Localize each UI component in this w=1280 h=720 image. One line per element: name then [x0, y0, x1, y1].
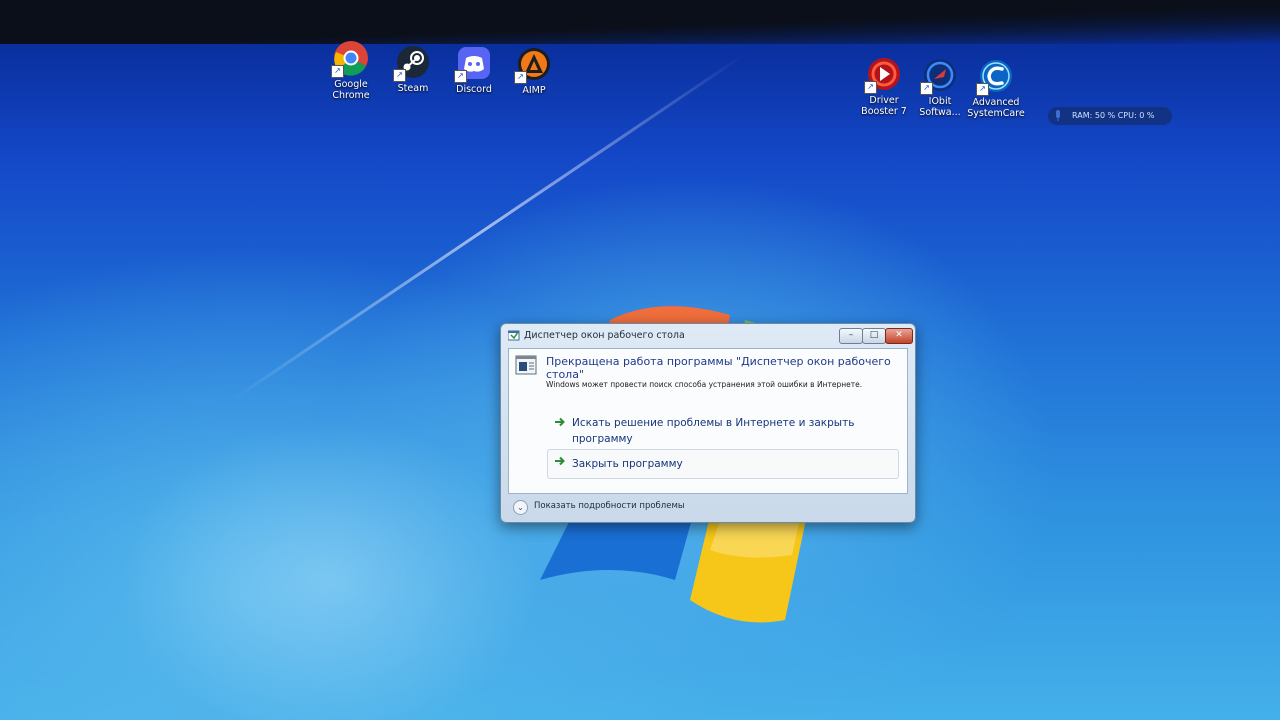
desktop: ↗ Google Chrome ↗ Steam ↗ Discord ↗ AIMP… [0, 0, 1280, 720]
screen-glare [120, 420, 540, 720]
steam-icon: ↗ [393, 44, 431, 82]
shortcut-arrow-icon: ↗ [393, 69, 406, 82]
advanced-systemcare-icon: ↗ [976, 58, 1014, 96]
desktop-icon-label: Discord [456, 84, 492, 95]
application-window-icon [515, 355, 537, 375]
iobit-icon: ↗ [920, 57, 958, 95]
driver-booster-icon: ↗ [864, 56, 902, 94]
microphone-icon [1056, 110, 1060, 121]
monitor-bezel [0, 0, 1280, 44]
desktop-icon-chrome[interactable]: ↗ Google Chrome [318, 40, 384, 101]
aimp-icon: ↗ [514, 46, 552, 84]
green-arrow-icon [555, 456, 565, 466]
desktop-icon-label: Google Chrome [332, 79, 370, 101]
shortcut-arrow-icon: ↗ [514, 71, 527, 84]
desktop-icon-advanced-systemcare[interactable]: ↗ Advanced SystemCare [963, 58, 1029, 119]
system-monitor-widget[interactable]: RAM: 50 % CPU: 0 % [1048, 107, 1172, 125]
desktop-icon-aimp[interactable]: ↗ AIMP [501, 46, 567, 96]
dwm-app-icon [508, 330, 520, 341]
desktop-icon-steam[interactable]: ↗ Steam [380, 44, 446, 94]
system-monitor-text: RAM: 50 % CPU: 0 % [1072, 111, 1155, 120]
desktop-icon-label: AIMP [522, 85, 546, 96]
dialog-content: Прекращена работа программы "Диспетчер о… [508, 348, 908, 494]
desktop-icon-label: Steam [397, 83, 429, 94]
show-details-link[interactable]: Показать подробности проблемы [534, 501, 685, 511]
shortcut-arrow-icon: ↗ [976, 83, 989, 96]
error-dialog: Диспетчер окон рабочего стола – □ ✕ Прек… [500, 323, 916, 523]
dialog-footer: ⌄ Показать подробности проблемы [501, 493, 915, 521]
close-program-option[interactable]: Закрыть программу [547, 449, 899, 479]
discord-icon: ↗ [454, 45, 492, 83]
shortcut-arrow-icon: ↗ [331, 65, 344, 78]
minimize-button[interactable]: – [839, 328, 863, 344]
chrome-icon: ↗ [331, 40, 369, 78]
close-program-label: Закрыть программу [572, 458, 683, 470]
search-solution-label: Искать решение проблемы в Интернете и за… [572, 417, 855, 445]
desktop-icon-discord[interactable]: ↗ Discord [441, 45, 507, 95]
shortcut-arrow-icon: ↗ [454, 70, 467, 83]
chevron-down-icon[interactable]: ⌄ [513, 500, 528, 515]
shortcut-arrow-icon: ↗ [864, 81, 877, 94]
main-instruction: Прекращена работа программы "Диспетчер о… [546, 355, 891, 381]
dialog-title: Диспетчер окон рабочего стола [524, 330, 685, 341]
search-solution-option[interactable]: Искать решение проблемы в Интернете и за… [547, 410, 899, 450]
maximize-button[interactable]: □ [862, 328, 886, 344]
desktop-icon-label: Advanced SystemCare [967, 97, 1025, 119]
dialog-sub-text: Windows может провести поиск способа уст… [546, 380, 863, 389]
dialog-titlebar[interactable]: Диспетчер окон рабочего стола – □ ✕ [501, 324, 915, 348]
shortcut-arrow-icon: ↗ [920, 82, 933, 95]
green-arrow-icon [555, 417, 565, 427]
close-button[interactable]: ✕ [885, 328, 913, 344]
